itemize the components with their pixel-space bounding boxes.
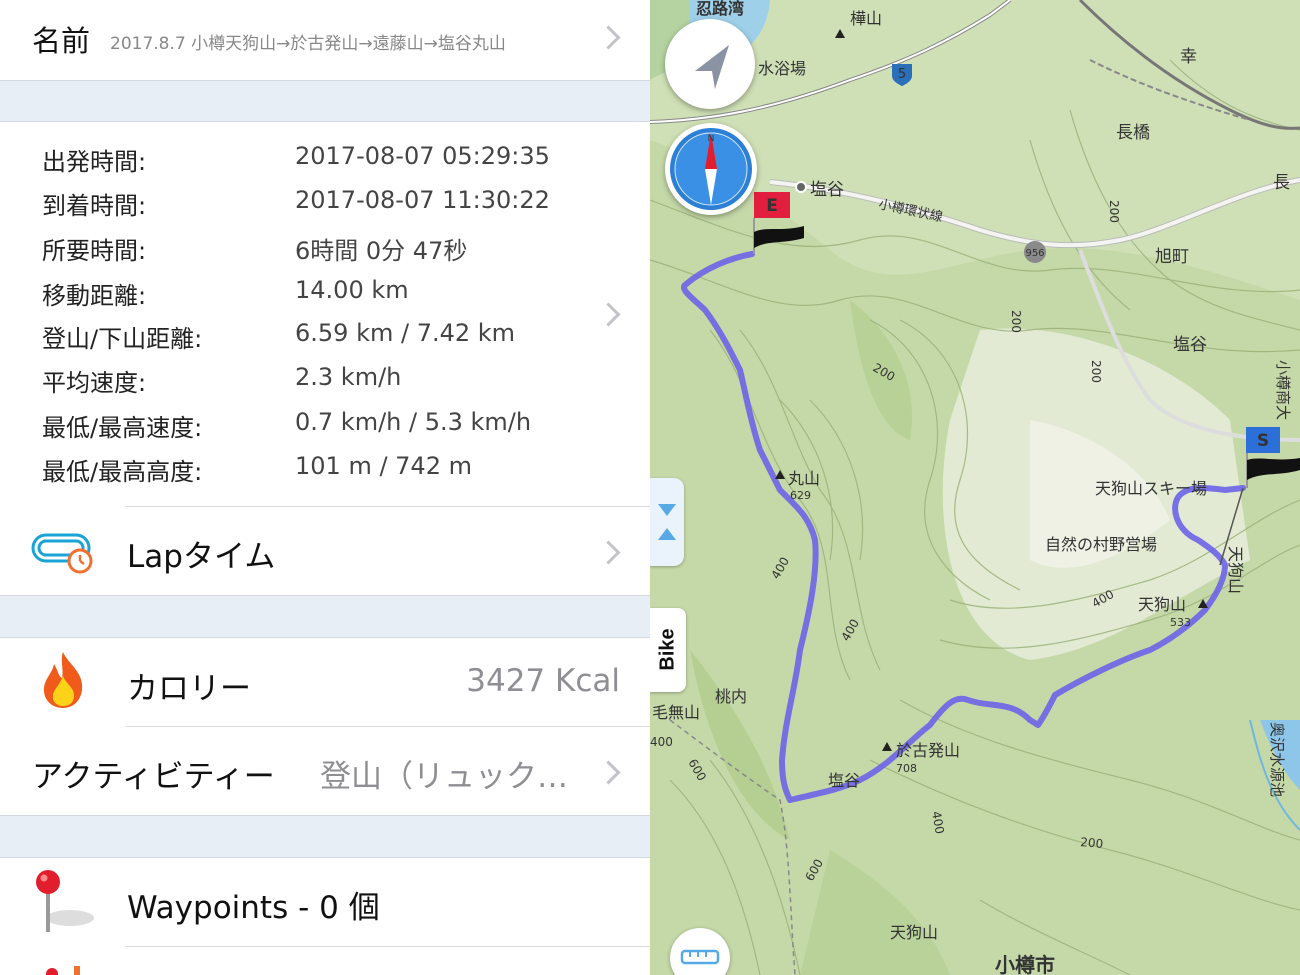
map-label: 幸 — [1180, 47, 1197, 67]
stat-value: 2.3 km/h — [295, 363, 402, 391]
calorie-value: 3427 Kcal — [466, 663, 620, 699]
map-label: 旭町 — [1155, 247, 1189, 267]
stat-value: 14.00 km — [295, 276, 409, 304]
compass-icon: N — [670, 128, 752, 210]
map-label: 水浴場 — [758, 59, 806, 78]
track-name-value: 2017.8.7 小樽天狗山→於古発山→遠藤山→塩谷丸山 — [110, 34, 506, 54]
stat-label: 登山/下山距離: — [42, 325, 203, 353]
map-label: 奥沢水源池 — [1268, 722, 1286, 797]
calorie-row[interactable]: カロリー 3427 Kcal — [0, 638, 650, 726]
map-label: 小樽市 — [995, 953, 1055, 975]
peak-label: 天狗山 — [1138, 595, 1186, 614]
road-shield: 956 — [1024, 241, 1046, 263]
ruler-button[interactable] — [670, 928, 730, 975]
map-label: 桃内 — [715, 687, 747, 706]
section-separator — [0, 595, 650, 638]
stat-value: 6.59 km / 7.42 km — [295, 319, 516, 347]
waypoints-row[interactable]: Waypoints - 0 個 — [0, 858, 650, 946]
map-label: 自然の村野営場 — [1045, 535, 1157, 554]
stat-label: 最低/最高速度: — [42, 414, 203, 442]
peak-label: 於古発山 — [896, 741, 960, 760]
lap-time-label: Lapタイム — [127, 539, 276, 575]
stat-label: 出発時間: — [42, 148, 147, 176]
peak-label: 樺山 — [850, 9, 882, 28]
activity-row[interactable]: アクティビティー 登山（リュック… — [0, 727, 650, 815]
chevron-right-icon — [596, 25, 621, 50]
section-separator — [0, 80, 650, 122]
divider — [125, 946, 650, 947]
map-label: 小樽商大 — [1274, 360, 1292, 420]
peak-elevation: 533 — [1170, 616, 1191, 629]
activity-label: アクティビティー — [32, 759, 275, 795]
chevron-right-icon — [596, 302, 621, 327]
stat-value: 2017-08-07 11:30:22 — [295, 186, 550, 214]
stat-label: 所要時間: — [42, 237, 147, 265]
location-arrow-icon — [695, 45, 729, 89]
start-flag-label: S — [1257, 431, 1269, 451]
stat-label: 到着時間: — [42, 192, 147, 220]
station-marker — [795, 181, 807, 193]
map-label: 毛無山 — [652, 703, 700, 722]
contour-label: 200 — [1107, 200, 1121, 223]
section-separator — [0, 815, 650, 858]
map-label: 塩谷 — [810, 180, 844, 200]
bike-tab-label: Bike — [656, 628, 679, 671]
peak-elevation: 629 — [790, 489, 811, 502]
name-row[interactable]: 名前 2017.8.7 小樽天狗山→於古発山→遠藤山→塩谷丸山 — [0, 0, 650, 80]
map-label: 長橋 — [1116, 123, 1150, 143]
pin-icon — [36, 870, 94, 932]
stat-label: 最低/最高高度: — [42, 458, 203, 486]
map-label: 天狗山 — [890, 923, 938, 942]
stat-value: 2017-08-07 05:29:35 — [295, 142, 550, 170]
activity-value: 登山（リュック… — [320, 759, 568, 795]
stat-value: 0.7 km/h / 5.3 km/h — [295, 408, 532, 436]
road-shield-label: 956 — [1025, 248, 1044, 259]
locate-me-button[interactable] — [665, 19, 755, 109]
map-view[interactable]: 5 956 忍路湾 樺山 水浴場 塩谷 小樽環状線 幸 長橋 長 旭町 塩谷 小… — [650, 0, 1300, 975]
stat-label: 平均速度: — [42, 369, 147, 397]
road-shield-label: 5 — [898, 67, 906, 82]
lap-timer-icon — [31, 533, 93, 574]
chevron-right-icon — [596, 760, 621, 785]
panel-toggle-button[interactable] — [650, 478, 684, 566]
peak-label: 丸山 — [788, 469, 820, 488]
chevron-right-icon — [596, 540, 621, 565]
compass-button[interactable]: N — [665, 123, 757, 215]
partial-icon — [46, 966, 80, 975]
flame-icon — [43, 652, 83, 708]
name-label: 名前 — [32, 24, 91, 58]
expand-arrows-icon — [658, 504, 676, 540]
contour-label: 200 — [1009, 310, 1023, 333]
waypoints-label: Waypoints - 0 個 — [127, 890, 380, 926]
bike-layer-tab[interactable]: Bike — [650, 608, 686, 692]
stat-label: 移動距離: — [42, 282, 147, 310]
end-flag-label: E — [766, 196, 778, 216]
peak-elevation: 708 — [896, 762, 917, 775]
map-label: 忍路湾 — [696, 0, 744, 18]
lap-time-row[interactable]: Lapタイム — [0, 507, 650, 595]
map-label: 塩谷 — [1173, 335, 1207, 355]
stat-value: 6時間 0分 47秒 — [295, 237, 468, 265]
contour-label: 200 — [1080, 835, 1104, 851]
stat-value: 101 m / 742 m — [295, 452, 472, 480]
map-label: 天狗山 — [1226, 546, 1245, 594]
calorie-label: カロリー — [127, 671, 251, 707]
map-label: 天狗山スキー場 — [1095, 479, 1207, 498]
contour-label: 400 — [650, 735, 673, 749]
map-label: 長 — [1273, 173, 1290, 193]
track-detail-panel: 名前 2017.8.7 小樽天狗山→於古発山→遠藤山→塩谷丸山 出発時間: 20… — [0, 0, 650, 975]
svg-text:N: N — [708, 134, 715, 144]
map-label: 塩谷 — [828, 771, 860, 790]
contour-label: 200 — [1089, 360, 1103, 383]
ruler-icon — [680, 949, 720, 965]
